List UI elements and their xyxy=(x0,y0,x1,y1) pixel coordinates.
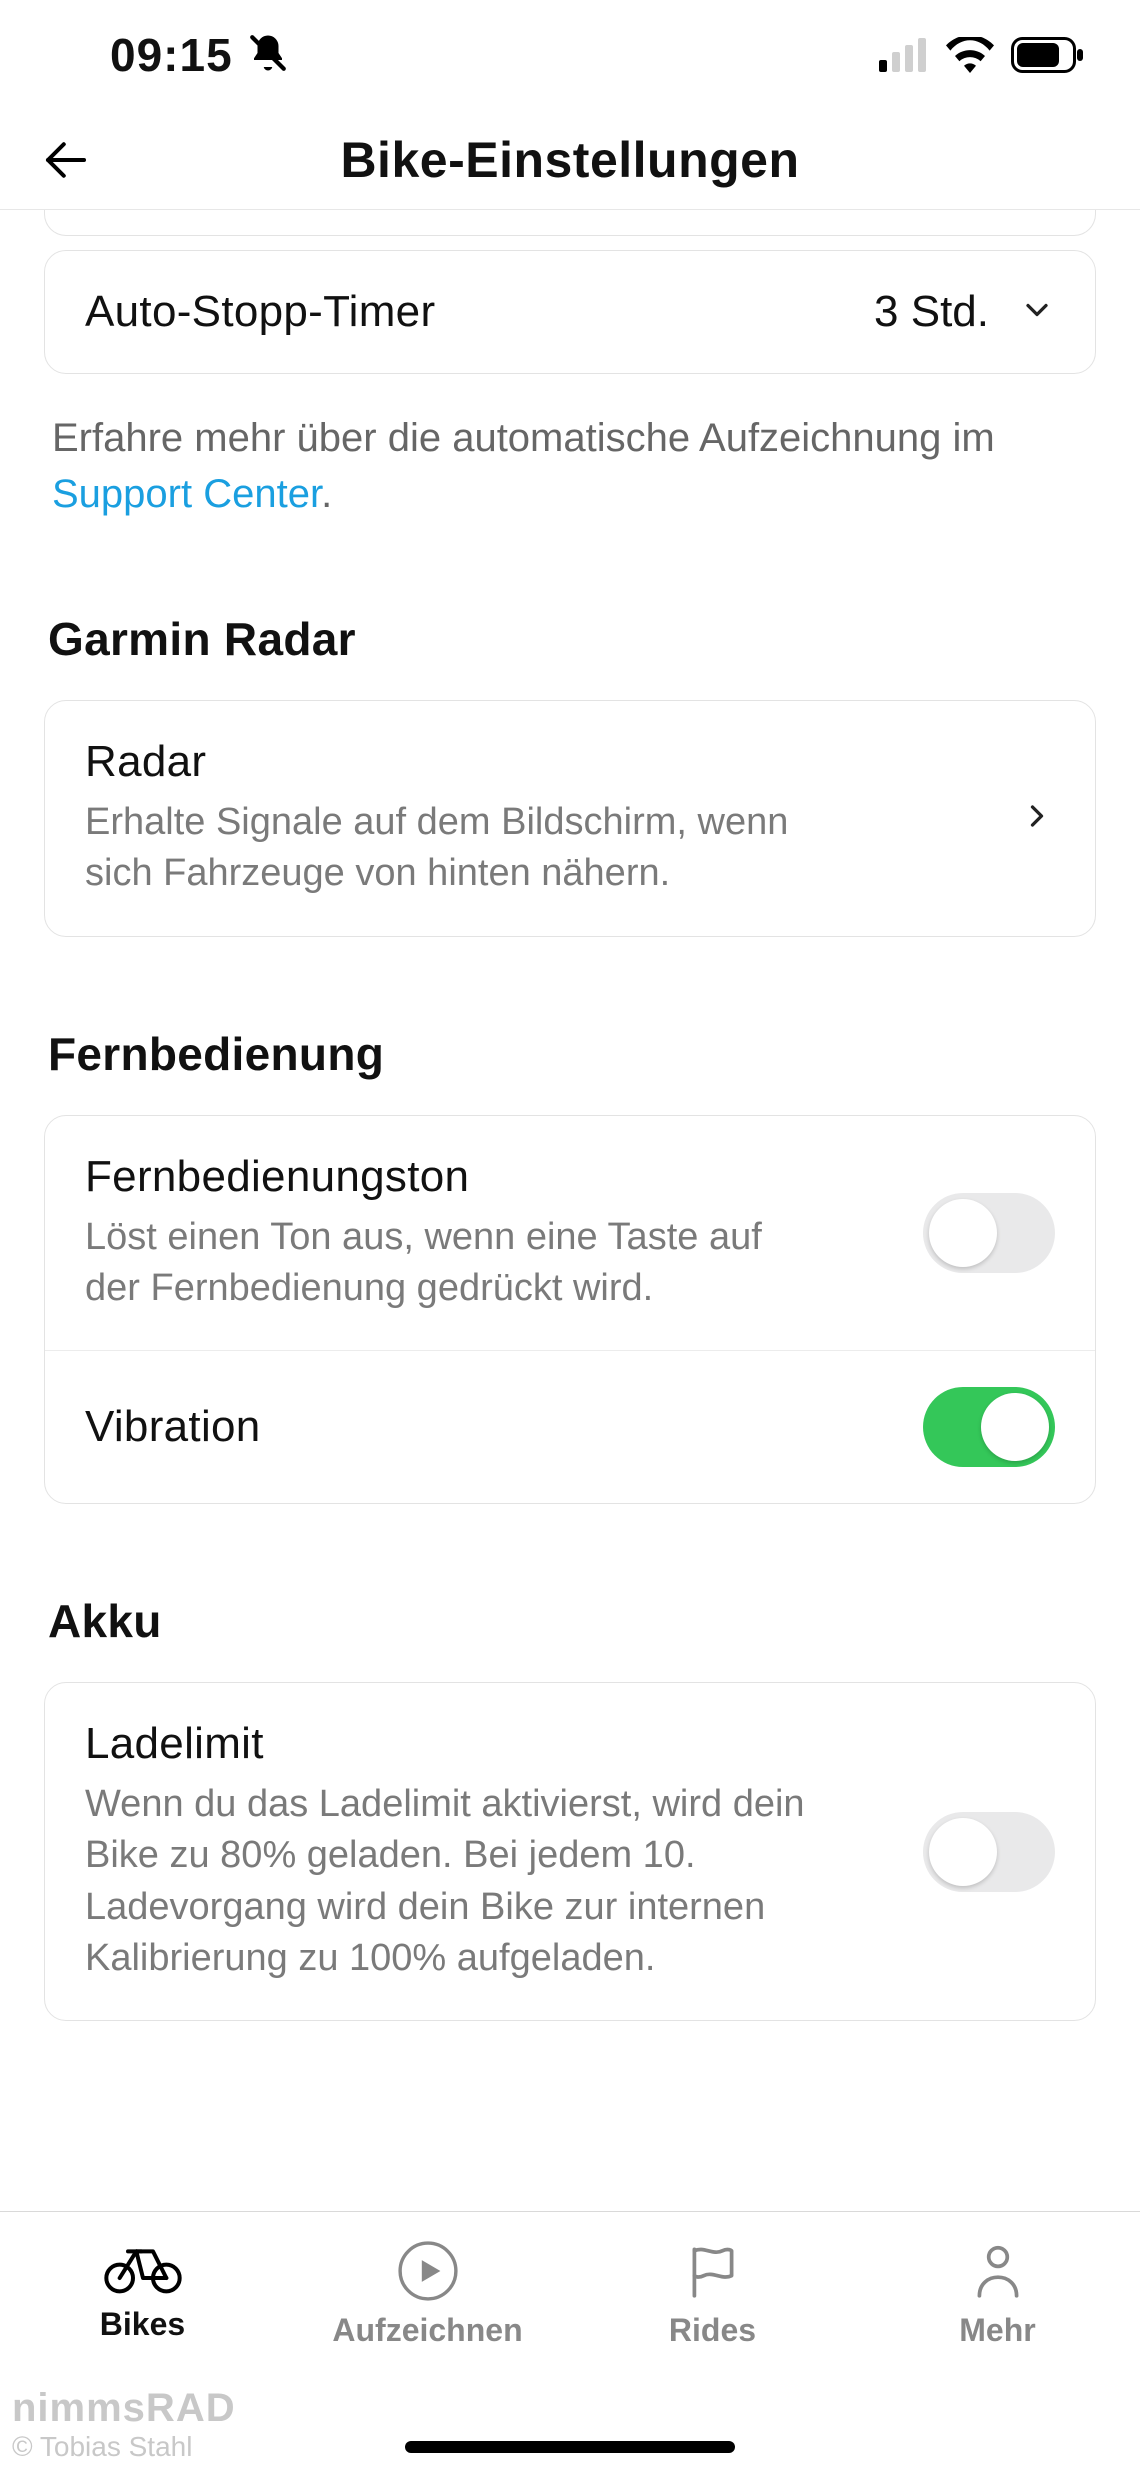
radar-row[interactable]: Radar Erhalte Signale auf dem Bildschirm… xyxy=(45,701,1095,936)
charge-limit-desc: Wenn du das Ladelimit aktivierst, wird d… xyxy=(85,1779,805,1984)
tab-rides[interactable]: Rides xyxy=(570,2240,855,2471)
person-icon xyxy=(967,2240,1029,2302)
truncated-card-above xyxy=(44,210,1096,236)
charge-limit-title: Ladelimit xyxy=(85,1719,899,1769)
vibration-title: Vibration xyxy=(85,1402,899,1452)
wifi-icon xyxy=(945,37,995,73)
auto-stop-label: Auto-Stopp-Timer xyxy=(85,287,850,337)
help-text: Erfahre mehr über die automatische Aufze… xyxy=(52,410,1088,522)
app-header: Bike-Einstellungen xyxy=(0,110,1140,210)
vibration-toggle[interactable] xyxy=(923,1387,1055,1467)
status-time: 09:15 xyxy=(110,28,233,82)
tab-bar: Bikes Aufzeichnen Rides Mehr xyxy=(0,2211,1140,2471)
page-title: Bike-Einstellungen xyxy=(340,131,799,189)
home-indicator[interactable] xyxy=(405,2441,735,2453)
section-title-remote: Fernbedienung xyxy=(48,1027,1092,1081)
tab-more-label: Mehr xyxy=(959,2312,1035,2349)
radar-desc: Erhalte Signale auf dem Bildschirm, wenn… xyxy=(85,797,805,900)
record-icon xyxy=(397,2240,459,2302)
bike-icon xyxy=(103,2240,183,2296)
chevron-down-icon xyxy=(1019,292,1055,333)
remote-card: Fernbedienungston Löst einen Ton aus, we… xyxy=(44,1115,1096,1505)
charge-limit-row: Ladelimit Wenn du das Ladelimit aktivier… xyxy=(45,1683,1095,2020)
support-center-link[interactable]: Support Center xyxy=(52,472,321,516)
flag-icon xyxy=(682,2240,744,2302)
vibration-row: Vibration xyxy=(45,1350,1095,1503)
cellular-signal-icon xyxy=(879,38,929,72)
radar-title: Radar xyxy=(85,737,995,787)
tab-bikes-label: Bikes xyxy=(100,2306,185,2343)
help-suffix: . xyxy=(321,472,332,516)
tab-more[interactable]: Mehr xyxy=(855,2240,1140,2471)
battery-card: Ladelimit Wenn du das Ladelimit aktivier… xyxy=(44,1682,1096,2021)
tab-rides-label: Rides xyxy=(669,2312,756,2349)
back-button[interactable] xyxy=(30,124,102,196)
tab-bikes[interactable]: Bikes xyxy=(0,2240,285,2471)
chevron-right-icon xyxy=(1019,798,1055,839)
section-title-radar: Garmin Radar xyxy=(48,612,1092,666)
auto-stop-value: 3 Std. xyxy=(874,287,989,337)
charge-limit-toggle[interactable] xyxy=(923,1812,1055,1892)
dnd-bell-icon xyxy=(247,32,289,79)
remote-tone-title: Fernbedienungston xyxy=(85,1152,899,1202)
status-bar: 09:15 xyxy=(0,0,1140,110)
help-prefix: Erfahre mehr über die automatische Aufze… xyxy=(52,416,995,460)
remote-tone-toggle[interactable] xyxy=(923,1193,1055,1273)
remote-tone-desc: Löst einen Ton aus, wenn eine Taste auf … xyxy=(85,1212,805,1315)
section-title-battery: Akku xyxy=(48,1594,1092,1648)
tab-record[interactable]: Aufzeichnen xyxy=(285,2240,570,2471)
battery-icon xyxy=(1011,37,1085,73)
auto-stop-card: Auto-Stopp-Timer 3 Std. xyxy=(44,250,1096,374)
tab-record-label: Aufzeichnen xyxy=(332,2312,522,2349)
radar-card: Radar Erhalte Signale auf dem Bildschirm… xyxy=(44,700,1096,937)
remote-tone-row: Fernbedienungston Löst einen Ton aus, we… xyxy=(45,1116,1095,1351)
status-left: 09:15 xyxy=(110,28,289,82)
content-scroll[interactable]: Auto-Stopp-Timer 3 Std. Erfahre mehr übe… xyxy=(0,210,1140,2141)
status-right xyxy=(879,37,1085,73)
auto-stop-row[interactable]: Auto-Stopp-Timer 3 Std. xyxy=(45,251,1095,373)
